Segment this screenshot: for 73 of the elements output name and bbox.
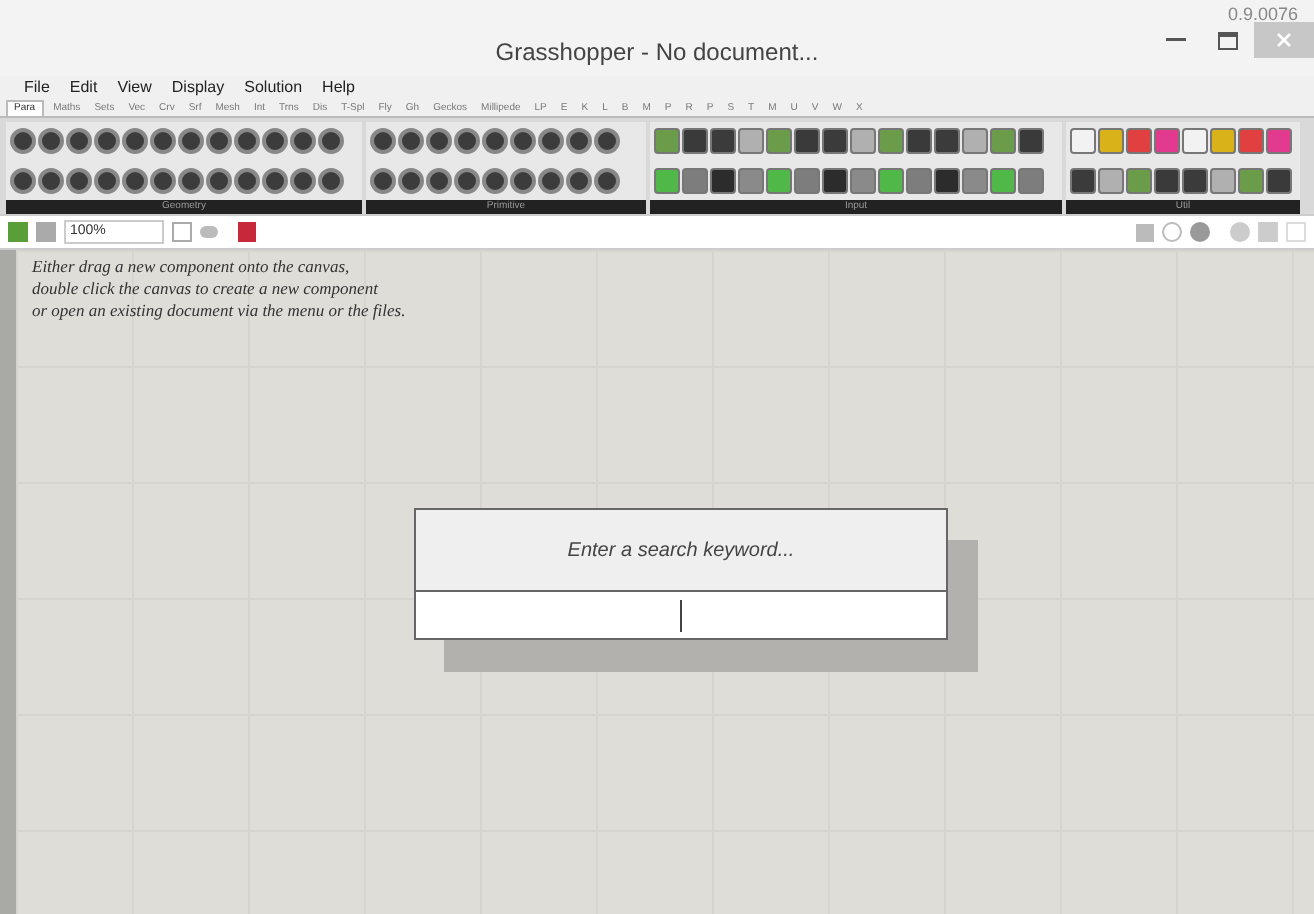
component-icon[interactable] [566, 167, 592, 194]
hint-text: Either drag a new component onto the canvas, [32, 256, 352, 278]
component-icon[interactable] [1154, 167, 1180, 194]
component-icon[interactable] [318, 167, 344, 194]
component-icon[interactable] [178, 128, 204, 155]
component-icon[interactable] [94, 128, 120, 155]
component-icon[interactable] [318, 128, 344, 155]
window-title: Grasshopper - No document... [495, 36, 819, 70]
component-icon[interactable] [482, 167, 508, 194]
component-icon[interactable] [234, 128, 260, 155]
component-icon[interactable] [38, 167, 64, 194]
component-icon[interactable] [370, 128, 396, 155]
component-icon[interactable] [454, 128, 480, 155]
component-icon[interactable] [206, 167, 232, 194]
component-icon[interactable] [398, 128, 424, 155]
component-icon[interactable] [10, 167, 36, 194]
component-icon[interactable] [510, 128, 536, 155]
component-icon[interactable] [426, 167, 452, 194]
component-icon[interactable] [794, 128, 820, 155]
component-icon[interactable] [122, 167, 148, 194]
menu-item[interactable]: File [24, 76, 50, 100]
hint-text: double click the canvas to create a new component [32, 278, 381, 300]
component-icon[interactable] [38, 128, 64, 155]
component-icon[interactable] [66, 128, 92, 155]
component-icon[interactable] [262, 128, 288, 155]
component-icon[interactable] [370, 167, 396, 194]
component-icon[interactable] [710, 128, 736, 155]
component-icon[interactable] [1018, 128, 1044, 155]
component-icon[interactable] [206, 128, 232, 155]
component-icon[interactable] [150, 128, 176, 155]
menu-item[interactable]: Edit [69, 76, 98, 100]
menu-item[interactable]: View [117, 76, 152, 100]
component-icon[interactable] [66, 167, 92, 194]
maximize-icon [1218, 31, 1238, 49]
canvas[interactable]: Either drag a new component onto the canvas, double click the canvas to create a new component or open an existing document via the menu or the files. Enter a search keyword... [0, 250, 1314, 914]
component-icon[interactable] [822, 128, 848, 155]
text-cursor [680, 599, 682, 631]
component-icon[interactable] [682, 128, 708, 155]
hint-text: or open an existing document via the menu or the files. [32, 300, 406, 322]
component-icon[interactable] [122, 128, 148, 155]
component-icon[interactable] [934, 128, 960, 155]
component-icon[interactable] [262, 167, 288, 194]
component-icon[interactable] [290, 167, 316, 194]
component-icon[interactable] [934, 167, 960, 194]
search-field[interactable] [416, 592, 946, 638]
component-icon[interactable] [906, 128, 932, 155]
close-icon [1276, 32, 1292, 48]
component-icon[interactable] [710, 167, 736, 194]
component-icon[interactable] [398, 167, 424, 194]
component-icon[interactable] [150, 167, 176, 194]
menu-item[interactable]: Display [171, 76, 225, 100]
version-label: 0.9.0076 [1227, 2, 1298, 28]
component-icon[interactable] [482, 128, 508, 155]
component-icon[interactable] [454, 167, 480, 194]
component-icon[interactable] [594, 167, 620, 194]
component-icon[interactable] [426, 128, 452, 155]
component-icon[interactable] [822, 167, 848, 194]
component-icon[interactable] [538, 128, 564, 155]
component-icon[interactable] [234, 167, 260, 194]
component-icon[interactable] [566, 128, 592, 155]
menu-item[interactable]: Solution [244, 76, 303, 100]
component-icon[interactable] [510, 167, 536, 194]
component-icon[interactable] [1182, 167, 1208, 194]
component-icon[interactable] [594, 128, 620, 155]
component-icon[interactable] [94, 167, 120, 194]
component-icon[interactable] [290, 128, 316, 155]
menu-item[interactable]: Help [322, 76, 355, 100]
component-icon[interactable] [1266, 167, 1292, 194]
component-icon[interactable] [1070, 167, 1096, 194]
component-icon[interactable] [538, 167, 564, 194]
component-icon[interactable] [10, 128, 36, 155]
component-icon[interactable] [178, 167, 204, 194]
minimize-icon [1166, 38, 1186, 42]
